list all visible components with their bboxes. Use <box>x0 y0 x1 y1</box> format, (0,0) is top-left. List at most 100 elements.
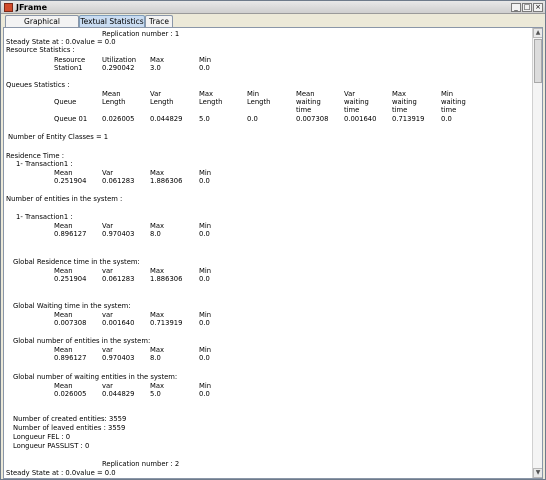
minimize-button[interactable]: _ <box>511 3 521 12</box>
scrollbar-thumb[interactable] <box>534 39 542 83</box>
report-text[interactable]: Replication number : 1 Steady State at :… <box>4 28 532 478</box>
queue-cell: 0.713919 <box>392 115 425 123</box>
transaction-label: 1- Transaction1 : <box>16 160 73 168</box>
stat-header: var <box>102 346 113 354</box>
stat-header: Max <box>150 382 165 390</box>
title-bar: JFrame _ □ × <box>1 1 545 14</box>
stat-header: Max <box>150 346 165 354</box>
tab-textual-statistics[interactable]: Textual Statistics <box>79 15 145 27</box>
queue-header: Length <box>102 98 126 106</box>
java-app-icon <box>4 3 13 12</box>
queue-header: Max <box>392 90 407 98</box>
stat-header: Min <box>199 169 212 177</box>
stat-header: Var <box>102 222 114 230</box>
stat-header: Var <box>102 169 114 177</box>
queue-header: Length <box>247 98 271 106</box>
stat-header: var <box>102 382 113 390</box>
queue-header: Min <box>247 90 260 98</box>
vertical-scrollbar[interactable]: ▲ ▼ <box>532 28 542 478</box>
longueur-passlist-line: Longueur PASSLIST : 0 <box>13 442 90 450</box>
stat-value: 0.970403 <box>102 354 135 362</box>
queue-header: time <box>392 106 408 114</box>
global-entities-heading: Global number of entities in the system: <box>13 337 151 345</box>
queues-stats-heading: Queues Statistics : <box>6 81 70 89</box>
stat-header: Max <box>150 169 165 177</box>
leaved-entities-line: Number of leaved entities : 3559 <box>13 424 126 432</box>
maximize-button[interactable]: □ <box>522 3 532 12</box>
stat-value: 1.886306 <box>150 275 183 283</box>
app-window: JFrame _ □ × Graphical Statistics Textua… <box>0 0 546 480</box>
residence-time-heading: Residence Time : <box>6 152 64 160</box>
replication-header: Replication number : 2 <box>102 460 180 468</box>
stat-header: Mean <box>54 267 73 275</box>
queue-header: Mean <box>102 90 121 98</box>
global-waiting-heading: Global Waiting time in the system: <box>13 302 131 310</box>
scroll-up-arrow-icon[interactable]: ▲ <box>533 28 542 38</box>
stat-value: 0.0 <box>199 230 210 238</box>
resource-min: 0.0 <box>199 64 210 72</box>
min-col-header: Min <box>199 56 212 64</box>
utilization-col-header: Utilization <box>102 56 137 64</box>
stat-header: Min <box>199 382 212 390</box>
queue-cell: 5.0 <box>199 115 210 123</box>
stat-header: var <box>102 267 113 275</box>
stat-value: 0.0 <box>199 319 210 327</box>
stat-value: 0.0 <box>199 354 210 362</box>
stat-value: 0.251904 <box>54 177 87 185</box>
resource-max: 3.0 <box>150 64 161 72</box>
queue-cell: 0.044829 <box>150 115 183 123</box>
stat-header: Mean <box>54 311 73 319</box>
global-residence-heading: Global Residence time in the system: <box>13 258 140 266</box>
queue-header: Mean <box>296 90 315 98</box>
stat-header: Mean <box>54 346 73 354</box>
stat-value: 0.0 <box>199 275 210 283</box>
queue-header: Queue <box>54 98 77 106</box>
queue-header: Var <box>150 90 162 98</box>
stat-value: 0.896127 <box>54 354 87 362</box>
transaction-label: 1- Transaction1 : <box>16 213 73 221</box>
global-waiting-entities-heading: Global number of waiting entities in the… <box>13 373 178 381</box>
stat-value: 0.061283 <box>102 177 135 185</box>
stat-value: 0.001640 <box>102 319 135 327</box>
queue-header: waiting <box>392 98 417 106</box>
stat-value: 1.886306 <box>150 177 183 185</box>
tab-graphical-statistics[interactable]: Graphical Statistics <box>5 15 79 37</box>
steady-state-line: Steady State at : 0.0value = 0.0 <box>6 38 116 46</box>
queue-header: Var <box>344 90 356 98</box>
queue-cell: 0.001640 <box>344 115 377 123</box>
queue-header: Min <box>441 90 454 98</box>
stat-header: Min <box>199 267 212 275</box>
queue-header: Length <box>199 98 223 106</box>
stat-value: 0.007308 <box>54 319 87 327</box>
queue-cell: 0.0 <box>441 115 452 123</box>
stat-value: 0.061283 <box>102 275 135 283</box>
stat-value: 0.970403 <box>102 230 135 238</box>
stat-header: Mean <box>54 222 73 230</box>
queue-cell: Queue 01 <box>54 115 88 123</box>
queue-header: waiting <box>441 98 466 106</box>
window-title: JFrame <box>16 3 48 12</box>
scroll-down-arrow-icon[interactable]: ▼ <box>533 468 542 478</box>
stat-value: 0.0 <box>199 390 210 398</box>
stat-value: 5.0 <box>150 390 161 398</box>
close-button[interactable]: × <box>533 3 543 12</box>
stat-value: 0.0 <box>199 177 210 185</box>
replication-header: Replication number : 1 <box>102 30 180 38</box>
queue-header: waiting <box>296 98 321 106</box>
stat-header: Max <box>150 311 165 319</box>
stat-value: 0.026005 <box>54 390 87 398</box>
tab-trace[interactable]: Trace <box>145 15 173 27</box>
stat-value: 8.0 <box>150 230 161 238</box>
queue-header: Max <box>199 90 214 98</box>
longueur-fel-line: Longueur FEL : 0 <box>13 433 71 441</box>
stat-header: Min <box>199 222 212 230</box>
resource-stats-heading: Resource Statistics : <box>6 46 75 54</box>
stat-header: Mean <box>54 169 73 177</box>
queue-header: time <box>296 106 312 114</box>
stat-header: Min <box>199 311 212 319</box>
stat-header: var <box>102 311 113 319</box>
stat-header: Min <box>199 346 212 354</box>
text-area-panel[interactable]: Replication number : 1 Steady State at :… <box>3 27 543 479</box>
queue-header: Length <box>150 98 174 106</box>
queue-header: time <box>344 106 360 114</box>
